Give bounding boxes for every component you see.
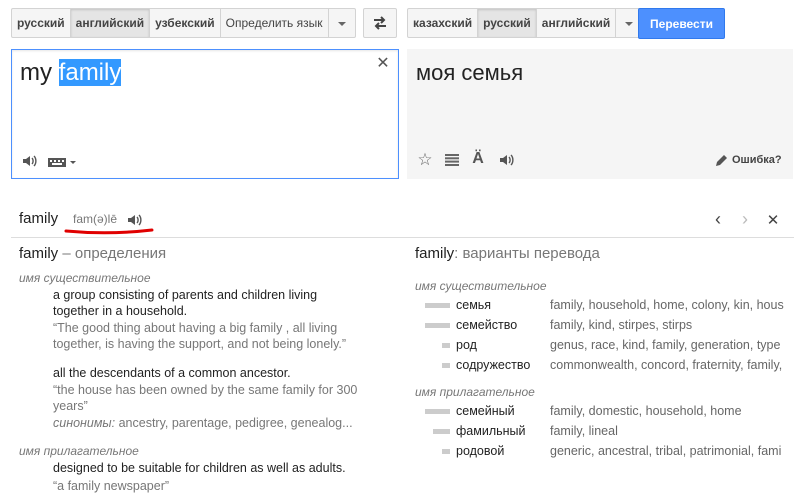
part-of-speech-noun: имя существительное xyxy=(415,279,547,293)
definition-1-line-1: a group consisting of parents and childr… xyxy=(53,288,318,302)
synonyms: синонимы: ancestry, parentage, pedigree,… xyxy=(53,416,353,430)
translation-row[interactable]: семейный family, domestic, household, hom… xyxy=(415,402,800,422)
translation-row[interactable]: фамильный family, lineal xyxy=(415,422,800,442)
chevron-down-icon xyxy=(625,21,634,26)
close-dictionary-icon[interactable]: ✕ xyxy=(764,211,782,229)
part-of-speech-noun: имя существительное xyxy=(19,271,151,285)
phonetic-transcription: fam(ə)lē xyxy=(73,212,118,226)
chevron-down-icon xyxy=(337,21,346,26)
divider xyxy=(11,237,794,238)
example-1-line-1: “The good thing about having a big famil… xyxy=(53,321,338,335)
frequency-bar xyxy=(442,363,450,368)
red-underline-mark xyxy=(64,228,154,235)
example-2-line-1: “the house has been owned by the same fa… xyxy=(53,383,358,397)
definition-3: designed to be suitable for children as … xyxy=(53,461,346,475)
target-language-bar: казахский русский английский xyxy=(407,8,644,38)
swap-languages-button[interactable] xyxy=(363,8,397,38)
src-lang-dropdown[interactable] xyxy=(329,9,355,37)
tgt-lang-kazakh[interactable]: казахский xyxy=(408,9,479,37)
translations-header: family: варианты перевода xyxy=(415,245,600,262)
definitions-header: family – определения xyxy=(19,245,167,262)
chevron-left-icon[interactable]: ‹ xyxy=(709,209,727,229)
source-language-bar: русский английский узбекский Определить … xyxy=(11,8,356,38)
example-2-line-2: years” xyxy=(53,399,88,413)
part-of-speech-adjective: имя прилагательное xyxy=(19,444,139,458)
frequency-bar xyxy=(442,343,450,348)
translation-row[interactable]: родовой generic, ancestral, tribal, patri… xyxy=(415,442,800,462)
translate-button[interactable]: Перевести xyxy=(638,8,725,39)
source-text[interactable]: my family xyxy=(20,59,122,87)
part-of-speech-adjective: имя прилагательное xyxy=(415,385,535,399)
tgt-lang-english[interactable]: английский xyxy=(537,9,617,37)
definition-1-line-2: together in a household. xyxy=(53,304,188,318)
transliteration-icon[interactable]: Ä xyxy=(469,149,487,169)
frequency-bar xyxy=(425,303,450,308)
frequency-bar xyxy=(425,409,450,414)
keyboard-icon[interactable] xyxy=(45,152,81,172)
src-lang-english[interactable]: английский xyxy=(70,9,151,37)
detect-language-button[interactable]: Определить язык xyxy=(221,9,329,37)
speaker-icon[interactable] xyxy=(20,151,40,171)
dictionary-headword: family xyxy=(19,210,59,227)
swap-icon xyxy=(374,16,386,30)
tgt-lang-russian[interactable]: русский xyxy=(478,9,537,37)
speaker-icon[interactable] xyxy=(497,151,517,169)
pencil-icon xyxy=(716,155,727,166)
chevron-right-icon[interactable]: › xyxy=(736,209,754,229)
frequency-bar xyxy=(433,429,450,434)
frequency-bar xyxy=(425,323,450,328)
selected-text[interactable]: family xyxy=(58,59,122,86)
translation-row[interactable]: род genus, race, kind, family, generation… xyxy=(415,336,800,356)
translation-area: моя семья ☆ Ä Ошибка? xyxy=(407,49,793,179)
src-lang-uzbek[interactable]: узбекский xyxy=(150,9,221,37)
src-lang-russian[interactable]: русский xyxy=(12,9,71,37)
star-icon[interactable]: ☆ xyxy=(416,150,434,169)
frequency-bar xyxy=(442,449,450,454)
report-error-link[interactable]: Ошибка? xyxy=(715,153,782,167)
translation-row[interactable]: содружество commonwealth, concord, frater… xyxy=(415,356,800,376)
translation-text: моя семья xyxy=(416,60,524,85)
source-text-area[interactable]: my family ✕ xyxy=(11,49,399,179)
clear-text-icon[interactable]: ✕ xyxy=(374,54,392,72)
example-1-line-2: together, is having the support, and not… xyxy=(53,337,347,351)
translation-row[interactable]: семейство family, kind, stirpes, stirps xyxy=(415,316,800,336)
translation-row[interactable]: семья family, household, home, colony, ki… xyxy=(415,296,800,316)
example-3: “a family newspaper” xyxy=(53,479,170,493)
list-icon[interactable] xyxy=(443,151,461,169)
definition-2: all the descendants of a common ancestor… xyxy=(53,366,291,380)
